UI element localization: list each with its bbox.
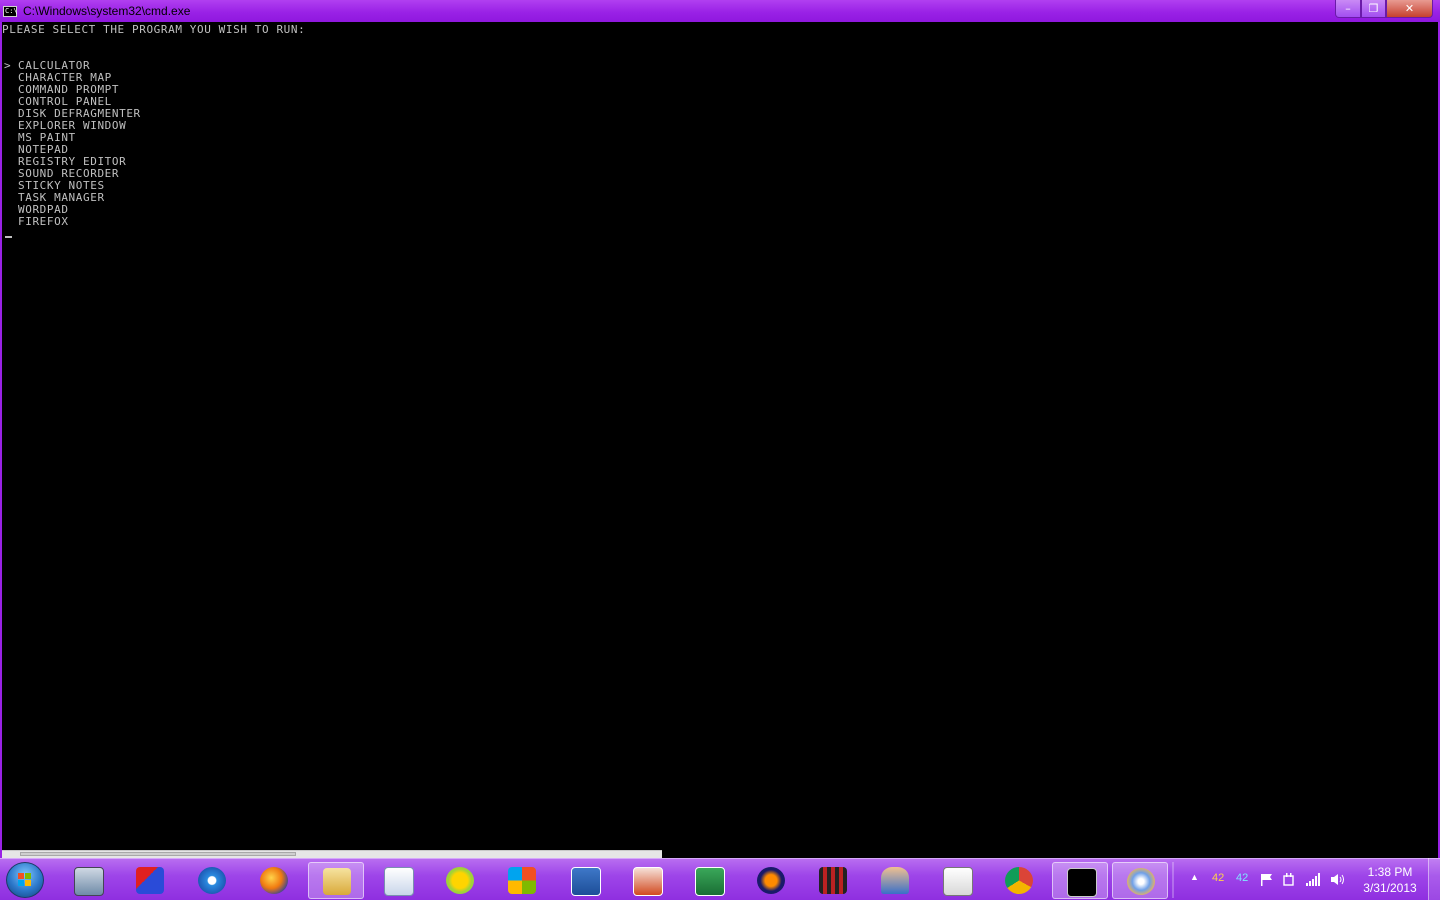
taskbar-button-audacity[interactable] bbox=[743, 862, 799, 899]
text-cursor bbox=[5, 236, 12, 238]
taskbar-button-user-app[interactable] bbox=[867, 862, 923, 899]
taskbar-button-joinme[interactable] bbox=[432, 862, 488, 899]
network-signal-icon[interactable] bbox=[1306, 873, 1322, 886]
horizontal-scrollbar[interactable] bbox=[2, 850, 662, 858]
start-button[interactable] bbox=[6, 862, 44, 898]
taskbar-button-media-player[interactable] bbox=[370, 862, 426, 899]
show-hidden-icons-button[interactable]: ▲ bbox=[1190, 872, 1199, 882]
remote-desktop-icon bbox=[74, 867, 104, 896]
taskbar-button-toy-app[interactable] bbox=[122, 862, 178, 899]
taskbar-button-internet-explorer[interactable] bbox=[184, 862, 240, 899]
action-center-flag-icon[interactable] bbox=[1260, 873, 1274, 886]
audacity-icon bbox=[757, 867, 785, 894]
command-prompt-icon bbox=[1067, 868, 1097, 897]
media-player-icon bbox=[384, 867, 414, 896]
maximize-button[interactable]: ❐ bbox=[1361, 0, 1386, 18]
taskbar-button-command-prompt[interactable] bbox=[1052, 862, 1108, 899]
clock-date: 3/31/2013 bbox=[1363, 881, 1417, 895]
taskbar-button-excel[interactable] bbox=[681, 862, 737, 899]
power-icon[interactable] bbox=[1282, 873, 1296, 886]
volume-icon[interactable] bbox=[1330, 873, 1346, 886]
joinme-icon bbox=[446, 867, 474, 894]
window-title: C:\Windows\system32\cmd.exe bbox=[23, 4, 191, 18]
tray-separator bbox=[1172, 862, 1174, 898]
word-icon bbox=[571, 867, 601, 896]
windows-explorer-icon bbox=[323, 868, 351, 895]
taskbar-button-powerpoint[interactable] bbox=[619, 862, 675, 899]
clock-time: 1:38 PM bbox=[1367, 865, 1413, 879]
temperature-indicator-1[interactable]: 42 bbox=[1212, 872, 1224, 884]
clock[interactable]: 1:38 PM 3/31/2013 bbox=[1358, 864, 1422, 896]
scrollbar-thumb[interactable] bbox=[20, 852, 296, 856]
show-desktop-button[interactable] bbox=[1428, 858, 1440, 900]
internet-explorer-icon bbox=[198, 867, 226, 894]
taskbar-button-remote-desktop[interactable] bbox=[60, 862, 116, 899]
taskbar-button-windows-logo-app[interactable] bbox=[494, 862, 550, 899]
cmd-icon[interactable]: C:\ bbox=[3, 6, 18, 17]
taskbar-button-chrome[interactable] bbox=[991, 862, 1047, 899]
taskbar-button-paint[interactable] bbox=[1112, 862, 1168, 899]
chrome-icon bbox=[1005, 867, 1033, 894]
console-output[interactable]: PLEASE SELECT THE PROGRAM YOU WISH TO RU… bbox=[2, 22, 1438, 850]
minimize-button[interactable]: – bbox=[1335, 0, 1361, 18]
windows-flag-icon bbox=[18, 873, 31, 886]
taskbar-button-windows-explorer[interactable] bbox=[308, 862, 364, 899]
movie-maker-icon bbox=[819, 867, 847, 894]
prompt-text: PLEASE SELECT THE PROGRAM YOU WISH TO RU… bbox=[2, 23, 306, 36]
taskbar-button-solitaire[interactable] bbox=[929, 862, 985, 899]
windows-logo-app-icon bbox=[508, 867, 536, 894]
excel-icon bbox=[695, 867, 725, 896]
selection-arrow-icon: > bbox=[4, 59, 12, 72]
solitaire-icon bbox=[943, 867, 973, 896]
firefox-icon bbox=[260, 867, 288, 894]
title-bar[interactable]: C:\ C:\Windows\system32\cmd.exe – ❐ ✕ bbox=[0, 0, 1440, 22]
taskbar-button-movie-maker[interactable] bbox=[805, 862, 861, 899]
taskbar-button-firefox[interactable] bbox=[246, 862, 302, 899]
toy-app-icon bbox=[136, 867, 164, 894]
close-button[interactable]: ✕ bbox=[1386, 0, 1433, 18]
paint-icon bbox=[1127, 868, 1155, 895]
powerpoint-icon bbox=[633, 867, 663, 896]
menu-item-label: FIREFOX bbox=[18, 215, 69, 228]
temperature-indicator-2[interactable]: 42 bbox=[1236, 872, 1248, 884]
taskbar-button-word[interactable] bbox=[557, 862, 613, 899]
user-app-icon bbox=[881, 867, 909, 894]
